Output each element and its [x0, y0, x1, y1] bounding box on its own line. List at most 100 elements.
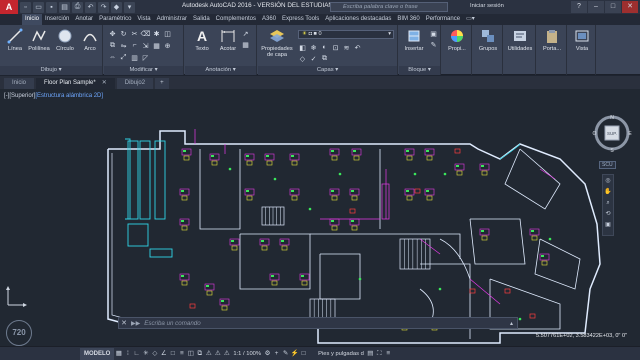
ribbon-tab-8[interactable]: A360: [259, 14, 279, 25]
layer-properties-button[interactable]: Propiedades de capa: [260, 28, 294, 58]
new-file-icon[interactable]: ▫: [20, 1, 31, 13]
fillet-icon[interactable]: ⌐: [130, 41, 139, 50]
document-tab-2[interactable]: Dibujo2: [116, 78, 154, 89]
dropdown-icon[interactable]: ▾: [124, 1, 135, 13]
explode-icon[interactable]: ✱: [152, 29, 161, 38]
ribbon-tab-5[interactable]: Administrar: [154, 14, 190, 25]
block-panel-label[interactable]: Bloque ▾: [399, 66, 440, 75]
clipboard-panel[interactable]: Porta...: [537, 25, 567, 75]
document-tab-1[interactable]: Floor Plan Sample* ✕: [36, 78, 115, 89]
layer-copy-icon[interactable]: ⧉: [320, 54, 329, 63]
copy-icon[interactable]: ⧉: [108, 41, 117, 50]
selection-cycling-icon[interactable]: ⧉: [195, 349, 204, 359]
layer-freeze-icon[interactable]: ❄: [309, 43, 318, 52]
open-file-icon[interactable]: ▭: [33, 1, 44, 13]
model-tab[interactable]: MODELO: [80, 347, 115, 360]
scale-icon[interactable]: ⤢: [119, 53, 128, 62]
auto-scale-icon[interactable]: ⚠: [213, 349, 222, 359]
close-command-line-icon[interactable]: ✕: [119, 319, 129, 327]
wcs-menu[interactable]: SCU: [599, 161, 616, 169]
annotation-scale-icon[interactable]: ⚠: [222, 349, 231, 359]
pan-icon[interactable]: ✋: [603, 187, 613, 197]
line-button[interactable]: Línea: [2, 28, 28, 52]
ribbon-tab-9[interactable]: Express Tools: [279, 14, 322, 25]
stretch2-icon[interactable]: ⇔: [108, 53, 117, 62]
dimension-button[interactable]: Acotar: [215, 28, 241, 52]
array-icon[interactable]: ▦: [152, 41, 161, 50]
annotation-scale[interactable]: 1:1 / 100%: [233, 351, 261, 357]
table-icon[interactable]: ▦: [241, 40, 250, 49]
quick-properties-icon[interactable]: ▤: [366, 349, 375, 359]
offset-icon[interactable]: ◫: [163, 29, 172, 38]
document-tab-0[interactable]: Inicio: [4, 78, 35, 89]
properties-panel[interactable]: Propi...: [442, 25, 472, 75]
ribbon-tab-0[interactable]: Inicio: [22, 14, 43, 25]
minimize-button[interactable]: –: [588, 1, 604, 13]
erase-icon[interactable]: ⌫: [141, 29, 151, 38]
layers-panel-label[interactable]: Capas ▾: [258, 66, 397, 75]
isodraft-icon[interactable]: ◇: [150, 349, 159, 359]
layer-dropdown[interactable]: ☀ ◘ ■ 0 ▾: [298, 30, 394, 39]
ribbon-tab-12[interactable]: Performance: [423, 14, 463, 25]
annotation-visibility-icon[interactable]: ⚠: [204, 349, 213, 359]
ribbon-minimize-icon[interactable]: ▭▾: [463, 14, 478, 25]
polyline-button[interactable]: Polilínea: [26, 28, 52, 52]
insert-button[interactable]: Insertar: [401, 28, 427, 52]
floor-plan-drawing[interactable]: [0, 89, 640, 346]
layer-lock-icon[interactable]: ⊡: [331, 43, 340, 52]
ribbon-tab-6[interactable]: Salida: [190, 14, 213, 25]
ortho-icon[interactable]: ∟: [132, 349, 141, 359]
new-tab-icon[interactable]: +: [155, 78, 169, 89]
add-icon[interactable]: +: [272, 349, 281, 359]
mirror-icon[interactable]: ⇋: [119, 41, 128, 50]
showmotion-icon[interactable]: ▣: [603, 220, 613, 230]
customization-icon[interactable]: ≡: [384, 349, 393, 359]
osnap-tracking-icon[interactable]: ∠: [159, 349, 168, 359]
layer-match-icon[interactable]: ≋: [342, 43, 351, 52]
lock-ui-icon[interactable]: ⛶: [375, 349, 384, 359]
autocad-logo-icon[interactable]: A: [0, 0, 18, 14]
ribbon-tab-11[interactable]: BIM 360: [394, 14, 422, 25]
osnap-icon[interactable]: □: [168, 349, 177, 359]
hardware-acceleration-icon[interactable]: ⚡: [290, 349, 299, 359]
drawing-area[interactable]: [-][Superior][Estructura alámbrica 2D] S…: [0, 89, 640, 346]
chamfer-icon[interactable]: ◸: [141, 53, 150, 62]
workspace-gear-icon[interactable]: ⚙: [263, 349, 272, 359]
ribbon-tab-10[interactable]: Aplicaciones destacadas: [322, 14, 394, 25]
full-navigation-wheel-icon[interactable]: ◎: [603, 176, 613, 186]
layer-walk-icon[interactable]: ◇: [298, 54, 307, 63]
save-icon[interactable]: ▪: [46, 1, 57, 13]
zoom-extents-icon[interactable]: ⌕: [603, 198, 613, 208]
orbit-icon[interactable]: ⟲: [603, 209, 613, 219]
close-button[interactable]: ✕: [622, 1, 638, 13]
transparency-icon[interactable]: ◫: [186, 349, 195, 359]
viewport-label[interactable]: [-][Superior][Estructura alámbrica 2D]: [4, 93, 103, 99]
maximize-button[interactable]: □: [605, 1, 621, 13]
rectangular-array-icon[interactable]: ▥: [130, 53, 139, 62]
modify-panel-label[interactable]: Modificar ▾: [104, 66, 183, 75]
draw-panel-label[interactable]: Dibujo ▾: [0, 66, 102, 75]
layer-isolate-icon[interactable]: ◧: [298, 43, 307, 52]
ribbon-tab-3[interactable]: Paramétrico: [96, 14, 134, 25]
clean-screen-icon[interactable]: □: [299, 349, 308, 359]
annotation-panel-label[interactable]: Anotación ▾: [185, 66, 256, 75]
edit-block-icon[interactable]: ✎: [429, 40, 438, 49]
utilities-panel[interactable]: Utilidades: [504, 25, 536, 75]
stretch-icon[interactable]: ⇲: [141, 41, 150, 50]
units-display[interactable]: Pies y pulgadas d: [318, 351, 364, 357]
layer-set-current-icon[interactable]: ✓: [309, 54, 318, 63]
rotate-icon[interactable]: ↻: [119, 29, 128, 38]
command-history-icon[interactable]: ▴: [510, 320, 513, 327]
print-icon[interactable]: ⎙: [72, 1, 83, 13]
signin-link[interactable]: Iniciar sesión: [470, 3, 504, 9]
viewcube[interactable]: SUP. N S E O: [592, 113, 632, 153]
share-icon[interactable]: ◆: [111, 1, 122, 13]
ribbon-tab-7[interactable]: Complementos: [213, 14, 259, 25]
view-panel[interactable]: Vista: [568, 25, 596, 75]
move-icon[interactable]: ✥: [108, 29, 117, 38]
join-icon[interactable]: ⊕: [163, 41, 172, 50]
search-input[interactable]: Escriba palabra clave o frase: [330, 2, 448, 12]
close-tab-icon[interactable]: ✕: [102, 80, 107, 86]
save-as-icon[interactable]: ▤: [59, 1, 70, 13]
trim-icon[interactable]: ✂: [130, 29, 139, 38]
